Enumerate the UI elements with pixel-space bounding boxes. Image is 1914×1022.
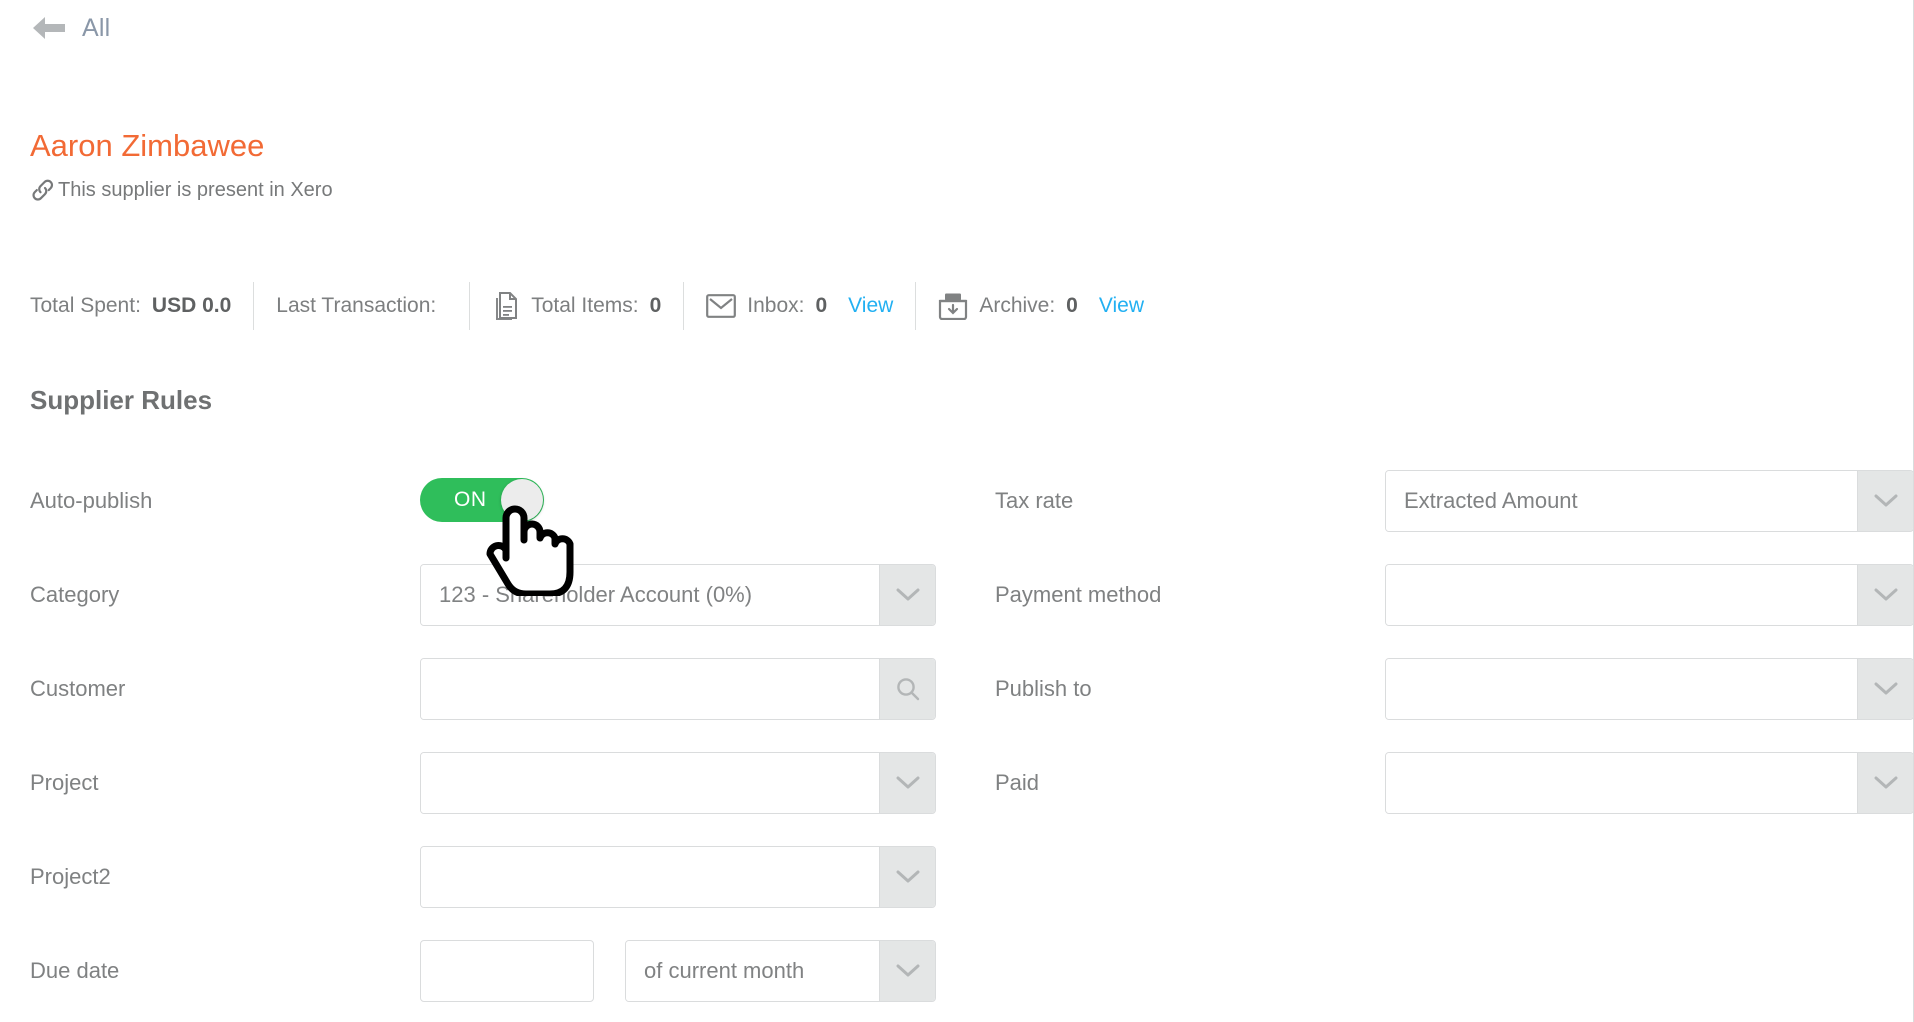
toggle-knob bbox=[501, 479, 543, 521]
due-date-day-input[interactable] bbox=[420, 940, 594, 1002]
chevron-down-icon[interactable] bbox=[879, 565, 935, 625]
stat-archive: Archive: 0 View bbox=[916, 282, 1166, 330]
field-label-publish-to: Publish to bbox=[995, 676, 1092, 701]
field-label-tax-rate: Tax rate bbox=[995, 488, 1074, 513]
publish-to-select-value bbox=[1386, 659, 1857, 719]
auto-publish-toggle-state: ON bbox=[454, 488, 487, 511]
payment-method-select[interactable] bbox=[1385, 564, 1914, 626]
field-row-payment-method: Payment method bbox=[995, 564, 1914, 658]
stat-total-spent: Total Spent: USD 0.0 bbox=[30, 282, 253, 330]
stat-archive-label: Archive: bbox=[979, 294, 1056, 317]
link-icon bbox=[30, 178, 56, 202]
field-label-due-date: Due date bbox=[30, 958, 120, 983]
payment-method-select-value bbox=[1386, 565, 1857, 625]
field-row-tax-rate: Tax rate Extracted Amount bbox=[995, 470, 1914, 564]
integration-note: This supplier is present in Xero bbox=[30, 178, 333, 202]
field-label-payment-method: Payment method bbox=[995, 582, 1162, 607]
field-row-paid: Paid bbox=[995, 752, 1914, 846]
integration-note-text: This supplier is present in Xero bbox=[58, 178, 333, 201]
stat-inbox: Inbox: 0 View bbox=[684, 282, 915, 330]
archive-view-link[interactable]: View bbox=[1099, 294, 1144, 318]
field-label-project2: Project2 bbox=[30, 864, 111, 889]
form-column-left: Auto-publish ON Category 123 - Sharehold… bbox=[0, 470, 960, 1022]
back-to-all-link[interactable]: All bbox=[30, 8, 110, 48]
stat-total-items: Total Items: 0 bbox=[470, 282, 683, 330]
field-label-customer: Customer bbox=[30, 676, 126, 701]
due-date-period-select[interactable]: of current month bbox=[625, 940, 936, 1002]
field-label-category: Category bbox=[30, 582, 120, 607]
due-date-period-value: of current month bbox=[626, 941, 879, 1001]
archive-icon bbox=[938, 292, 968, 320]
search-icon[interactable] bbox=[879, 659, 935, 719]
stat-last-transaction: Last Transaction: bbox=[254, 282, 469, 330]
field-row-publish-to: Publish to bbox=[995, 658, 1914, 752]
project-select-value bbox=[421, 753, 879, 813]
back-link-label: All bbox=[82, 13, 111, 42]
stat-last-transaction-label: Last Transaction: bbox=[276, 294, 437, 317]
stat-total-items-label: Total Items: bbox=[531, 294, 639, 317]
arrow-left-icon bbox=[30, 13, 68, 43]
category-select[interactable]: 123 - Shareholder Account (0%) bbox=[420, 564, 936, 626]
supplier-name: Aaron Zimbawee bbox=[30, 128, 265, 163]
stat-total-items-value: 0 bbox=[649, 294, 662, 317]
field-row-due-date: Due date of current month bbox=[0, 940, 960, 1022]
field-row-customer: Customer bbox=[0, 658, 960, 752]
form-column-right: Tax rate Extracted Amount Payment method bbox=[995, 470, 1914, 846]
stat-archive-value: 0 bbox=[1066, 294, 1078, 317]
category-select-value: 123 - Shareholder Account (0%) bbox=[421, 565, 879, 625]
project2-select-value bbox=[421, 847, 879, 907]
chevron-down-icon[interactable] bbox=[879, 847, 935, 907]
stats-bar: Total Spent: USD 0.0 Last Transaction: T… bbox=[30, 282, 1166, 330]
envelope-icon bbox=[706, 294, 737, 318]
section-title: Supplier Rules bbox=[30, 385, 213, 415]
publish-to-select[interactable] bbox=[1385, 658, 1914, 720]
project2-select[interactable] bbox=[420, 846, 936, 908]
field-row-auto-publish: Auto-publish ON bbox=[0, 470, 960, 564]
field-label-project: Project bbox=[30, 770, 99, 795]
field-row-project2: Project2 bbox=[0, 846, 960, 940]
stat-inbox-label: Inbox: bbox=[747, 294, 805, 317]
customer-search-value[interactable] bbox=[421, 659, 879, 719]
stat-total-spent-value: USD 0.0 bbox=[151, 294, 232, 317]
chevron-down-icon[interactable] bbox=[1857, 565, 1913, 625]
supplier-detail-page: All Aaron Zimbawee This supplier is pres… bbox=[0, 0, 1914, 1022]
paid-select[interactable] bbox=[1385, 752, 1914, 814]
customer-search-field[interactable] bbox=[420, 658, 936, 720]
field-row-project: Project bbox=[0, 752, 960, 846]
chevron-down-icon[interactable] bbox=[879, 941, 935, 1001]
stat-total-spent-label: Total Spent: bbox=[30, 294, 141, 317]
chevron-down-icon[interactable] bbox=[1857, 659, 1913, 719]
inbox-view-link[interactable]: View bbox=[848, 294, 893, 318]
auto-publish-toggle[interactable]: ON bbox=[420, 478, 544, 522]
chevron-down-icon[interactable] bbox=[1857, 753, 1913, 813]
paid-select-value bbox=[1386, 753, 1857, 813]
field-label-auto-publish: Auto-publish bbox=[30, 488, 153, 513]
tax-rate-select-value: Extracted Amount bbox=[1386, 471, 1857, 531]
chevron-down-icon[interactable] bbox=[879, 753, 935, 813]
chevron-down-icon[interactable] bbox=[1857, 471, 1913, 531]
stat-inbox-value: 0 bbox=[815, 294, 828, 317]
documents-icon bbox=[492, 290, 520, 322]
field-label-paid: Paid bbox=[995, 770, 1040, 795]
field-row-category: Category 123 - Shareholder Account (0%) bbox=[0, 564, 960, 658]
project-select[interactable] bbox=[420, 752, 936, 814]
tax-rate-select[interactable]: Extracted Amount bbox=[1385, 470, 1914, 532]
